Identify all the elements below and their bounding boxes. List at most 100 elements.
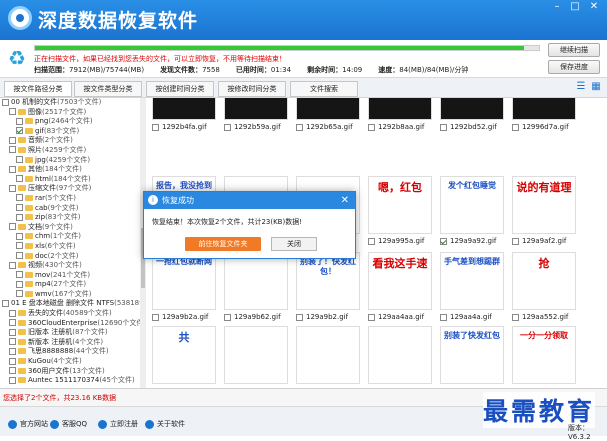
- file-item[interactable]: 共: [152, 326, 216, 388]
- tree-item[interactable]: 新版本 注册机(4个文件): [0, 338, 145, 348]
- file-checkbox[interactable]: [152, 123, 159, 131]
- file-item[interactable]: 1292b65a.gif: [296, 98, 360, 134]
- tree-checkbox[interactable]: [9, 261, 16, 269]
- tree-item[interactable]: 旧版本 注册机(87个文件): [0, 328, 145, 338]
- file-checkbox[interactable]: [512, 237, 519, 245]
- tree-checkbox[interactable]: [16, 290, 23, 298]
- file-item[interactable]: 说的有道理 129a9af2.gif: [512, 176, 576, 248]
- maximize-icon[interactable]: □: [566, 0, 584, 14]
- file-item[interactable]: 1292b59a.gif: [224, 98, 288, 134]
- tree-checkbox[interactable]: [9, 357, 16, 365]
- file-thumbnail[interactable]: [296, 326, 360, 384]
- tree-item[interactable]: png(2464个文件): [0, 117, 145, 127]
- file-thumbnail[interactable]: 一分一分领取: [512, 326, 576, 384]
- tree-item[interactable]: jpg(4259个文件): [0, 156, 145, 166]
- tree-item[interactable]: 音频(2个文件): [0, 136, 145, 146]
- file-item[interactable]: 别装了！快发红包！ 129a9b2.gif: [296, 252, 360, 324]
- tree-checkbox[interactable]: [9, 184, 16, 192]
- file-thumbnail[interactable]: [224, 252, 288, 310]
- tree-checkbox[interactable]: [9, 146, 16, 154]
- file-item[interactable]: 1292b4fa.gif: [152, 98, 216, 134]
- open-folder-button[interactable]: 前往恢复文件夹: [185, 237, 261, 251]
- file-thumbnail[interactable]: 别装了！快发红包！: [296, 252, 360, 310]
- tree-item[interactable]: 视频(430个文件): [0, 261, 145, 271]
- support-qq-link[interactable]: 客服QQ: [50, 419, 87, 429]
- tree-checkbox[interactable]: [9, 319, 16, 327]
- tree-item[interactable]: cab(9个文件): [0, 204, 145, 214]
- grid-view-icon[interactable]: ▦: [590, 81, 602, 93]
- tree-item[interactable]: 00 机制的文件(7503个文件): [0, 98, 145, 108]
- file-item[interactable]: 一分一分领取: [512, 326, 576, 388]
- file-item[interactable]: 嗯，红包 129a995a.gif: [368, 176, 432, 248]
- about-link[interactable]: 关于软件: [145, 419, 185, 429]
- file-item[interactable]: 一抢红包就断网 129a9b2a.gif: [152, 252, 216, 324]
- tree-checkbox[interactable]: [16, 271, 23, 279]
- tree-checkbox[interactable]: [16, 242, 23, 250]
- tree-checkbox[interactable]: [9, 376, 16, 384]
- tree-item[interactable]: gif(83个文件): [0, 127, 145, 137]
- tree-checkbox[interactable]: [9, 309, 16, 317]
- file-thumbnail[interactable]: [296, 98, 360, 120]
- file-thumbnail[interactable]: 别装了快发红包: [440, 326, 504, 384]
- tree-checkbox[interactable]: [9, 165, 16, 173]
- official-site-link[interactable]: 官方网站: [8, 419, 48, 429]
- file-thumbnail[interactable]: 手气差到想踢群: [440, 252, 504, 310]
- file-item[interactable]: 1292bd52.gif: [440, 98, 504, 134]
- file-thumbnail[interactable]: [224, 98, 288, 120]
- tree-checkbox[interactable]: [2, 299, 9, 307]
- tree-checkbox[interactable]: [16, 252, 23, 259]
- file-thumbnail[interactable]: [512, 98, 576, 120]
- tree-checkbox[interactable]: [9, 367, 16, 375]
- continue-scan-button[interactable]: 继续扫描: [548, 43, 600, 57]
- minimize-icon[interactable]: –: [548, 0, 566, 14]
- tree-item[interactable]: 丢失的文件(40589个文件): [0, 309, 145, 319]
- file-item[interactable]: [368, 326, 432, 388]
- tree-checkbox[interactable]: [9, 223, 16, 231]
- tab-by-modified[interactable]: 按修改时间分类: [218, 81, 286, 97]
- file-item[interactable]: [296, 326, 360, 388]
- tree-item[interactable]: html(184个文件): [0, 175, 145, 185]
- file-checkbox[interactable]: [368, 123, 375, 131]
- file-item[interactable]: 发个红包睡觉 129a9a92.gif: [440, 176, 504, 248]
- tree-item[interactable]: 360用户文件(13个文件): [0, 367, 145, 377]
- file-checkbox[interactable]: [224, 313, 231, 321]
- tree-item[interactable]: chm(1个文件): [0, 232, 145, 242]
- file-checkbox[interactable]: [440, 313, 447, 321]
- file-thumbnail[interactable]: 说的有道理: [512, 176, 576, 234]
- file-checkbox[interactable]: [512, 313, 519, 321]
- tree-item[interactable]: 飞思8888888(44个文件): [0, 347, 145, 357]
- tree-checkbox[interactable]: [9, 328, 16, 336]
- file-item[interactable]: [224, 326, 288, 388]
- tree-checkbox[interactable]: [16, 117, 23, 125]
- tree-item[interactable]: KuGou(4个文件): [0, 357, 145, 367]
- tree-checkbox[interactable]: [16, 213, 23, 221]
- tree-item[interactable]: 01 E 盘本地磁盘 删除文件 NTFS(53818个文件): [0, 299, 145, 309]
- file-item[interactable]: 129a9b62.gif: [224, 252, 288, 324]
- file-thumbnail[interactable]: 看我这手速: [368, 252, 432, 310]
- file-checkbox[interactable]: [368, 237, 375, 245]
- file-thumbnail[interactable]: [368, 98, 432, 120]
- tree-checkbox[interactable]: [9, 108, 16, 116]
- file-checkbox[interactable]: [296, 313, 303, 321]
- tree-item[interactable]: zip(83个文件): [0, 213, 145, 223]
- file-thumbnail[interactable]: [440, 98, 504, 120]
- tree-checkbox[interactable]: [9, 347, 16, 355]
- file-item[interactable]: 手气差到想踢群 129aa4a.gif: [440, 252, 504, 324]
- tree-item[interactable]: 360CloudEnterprise(12690个文件): [0, 319, 145, 329]
- tree-item[interactable]: 照片(4259个文件): [0, 146, 145, 156]
- tree-checkbox[interactable]: [9, 136, 16, 144]
- file-item[interactable]: 12996d7a.gif: [512, 98, 576, 134]
- tree-checkbox[interactable]: [16, 204, 23, 212]
- tree-item[interactable]: mov(241个文件): [0, 271, 145, 281]
- file-item[interactable]: 1292b8aa.gif: [368, 98, 432, 134]
- tree-item[interactable]: Auntec 1511170374(45个文件): [0, 376, 145, 386]
- file-item[interactable]: 别装了快发红包: [440, 326, 504, 388]
- file-checkbox[interactable]: [512, 123, 519, 131]
- dialog-close-icon[interactable]: ✕: [341, 192, 349, 209]
- file-checkbox[interactable]: [296, 123, 303, 131]
- close-icon[interactable]: ✕: [585, 0, 603, 14]
- file-checkbox[interactable]: [440, 123, 447, 131]
- tree-checkbox[interactable]: [16, 175, 23, 183]
- file-thumbnail[interactable]: 嗯，红包: [368, 176, 432, 234]
- tree-checkbox[interactable]: [16, 156, 23, 164]
